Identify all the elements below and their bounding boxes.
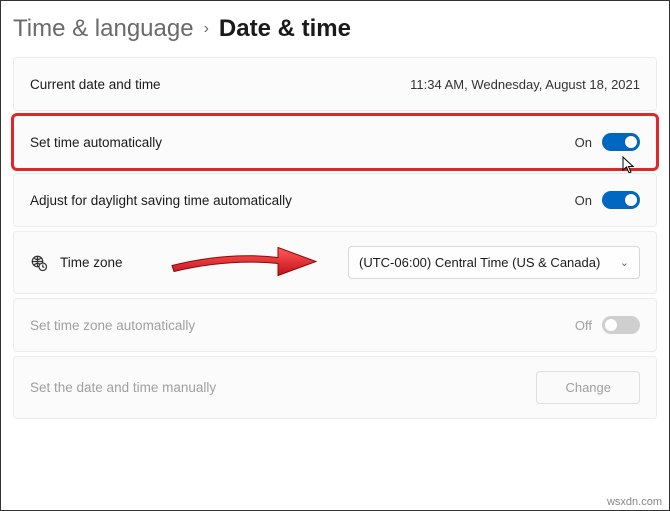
set-time-auto-toggle[interactable] bbox=[602, 133, 640, 151]
set-manual-row: Set the date and time manually Change bbox=[13, 356, 657, 419]
set-tz-auto-state: Off bbox=[575, 318, 592, 333]
set-time-auto-label: Set time automatically bbox=[30, 135, 162, 150]
set-tz-auto-toggle bbox=[602, 316, 640, 334]
change-button: Change bbox=[536, 371, 640, 404]
set-manual-label: Set the date and time manually bbox=[30, 380, 216, 395]
breadcrumb-current: Date & time bbox=[219, 15, 351, 43]
set-tz-auto-label: Set time zone automatically bbox=[30, 318, 195, 333]
dst-auto-row[interactable]: Adjust for daylight saving time automati… bbox=[13, 173, 657, 227]
dst-auto-toggle[interactable] bbox=[602, 191, 640, 209]
chevron-right-icon: › bbox=[204, 20, 209, 38]
globe-clock-icon bbox=[30, 254, 48, 272]
breadcrumb-parent[interactable]: Time & language bbox=[13, 15, 194, 43]
timezone-row: Time zone (UTC-06:00) Central Time (US &… bbox=[13, 231, 657, 294]
breadcrumb: Time & language › Date & time bbox=[13, 11, 657, 57]
watermark: wsxdn.com bbox=[607, 496, 662, 508]
arrow-annotation-icon bbox=[168, 243, 318, 282]
timezone-label: Time zone bbox=[60, 255, 123, 270]
timezone-selected: (UTC-06:00) Central Time (US & Canada) bbox=[359, 255, 600, 270]
current-datetime-row: Current date and time 11:34 AM, Wednesda… bbox=[13, 57, 657, 111]
set-time-auto-state: On bbox=[575, 135, 592, 150]
timezone-dropdown[interactable]: (UTC-06:00) Central Time (US & Canada) ⌄ bbox=[348, 246, 640, 279]
cursor-icon bbox=[622, 156, 636, 174]
chevron-down-icon: ⌄ bbox=[620, 256, 629, 269]
current-datetime-label: Current date and time bbox=[30, 77, 161, 92]
set-time-auto-row[interactable]: Set time automatically On bbox=[13, 115, 657, 169]
dst-auto-state: On bbox=[575, 193, 592, 208]
dst-auto-label: Adjust for daylight saving time automati… bbox=[30, 193, 292, 208]
set-tz-auto-row: Set time zone automatically Off bbox=[13, 298, 657, 352]
current-datetime-value: 11:34 AM, Wednesday, August 18, 2021 bbox=[410, 77, 640, 92]
